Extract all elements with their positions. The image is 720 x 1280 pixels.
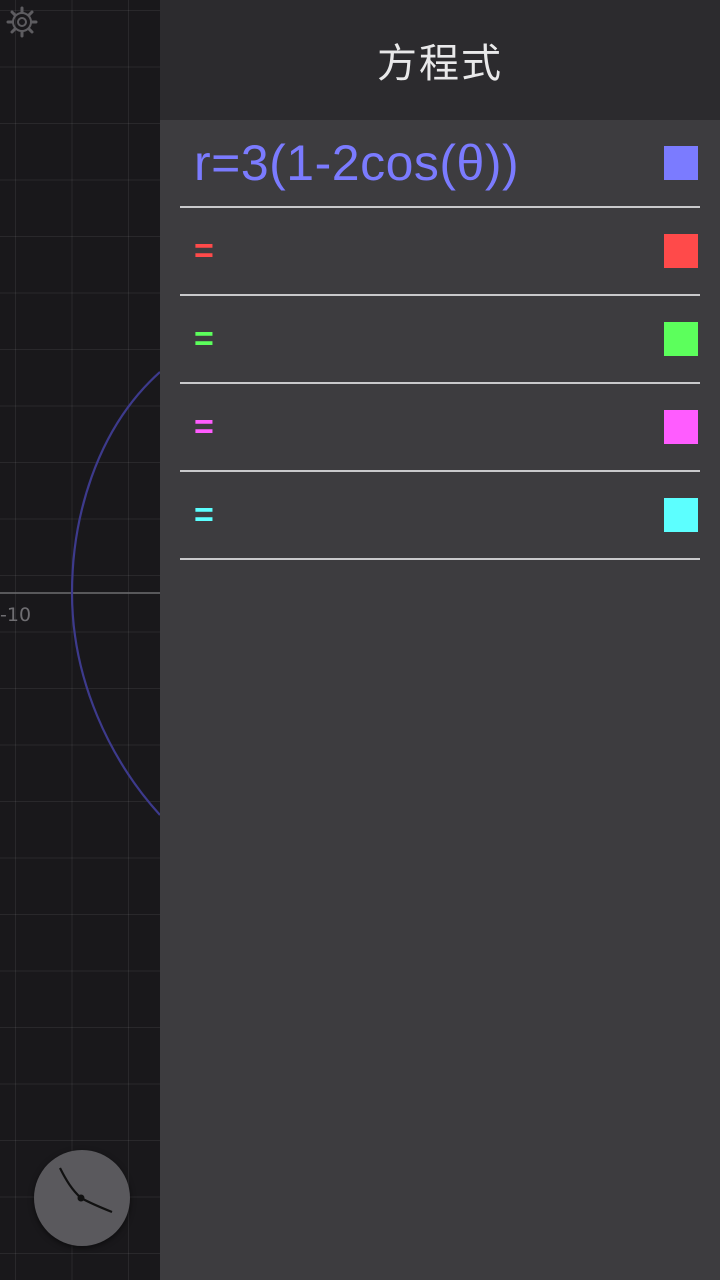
equation-drawer: 方程式 r=3(1-2cos(θ)) = = = = bbox=[160, 0, 720, 1280]
equation-row-3[interactable]: = bbox=[180, 296, 700, 384]
color-swatch-5[interactable] bbox=[664, 498, 698, 532]
x-axis-label: -10 bbox=[0, 604, 32, 626]
graph-plot bbox=[0, 371, 160, 816]
clock-icon bbox=[59, 1167, 113, 1214]
drawer-title: 方程式 bbox=[377, 41, 503, 87]
equation-input-5[interactable]: = bbox=[180, 496, 664, 535]
equation-row-5[interactable]: = bbox=[180, 472, 700, 560]
color-swatch-3[interactable] bbox=[664, 322, 698, 356]
equation-row-2[interactable]: = bbox=[180, 208, 700, 296]
color-swatch-1[interactable] bbox=[664, 146, 698, 180]
equation-input-3[interactable]: = bbox=[180, 320, 664, 359]
equation-input-1[interactable]: r=3(1-2cos(θ)) bbox=[180, 134, 664, 192]
equation-input-2[interactable]: = bbox=[180, 232, 664, 271]
gear-icon[interactable] bbox=[6, 6, 38, 38]
equation-list: r=3(1-2cos(θ)) = = = = bbox=[160, 120, 720, 560]
color-swatch-4[interactable] bbox=[664, 410, 698, 444]
app-root: -10 方程式 r=3(1-2cos(θ)) = = = = bbox=[0, 0, 720, 1280]
equation-row-1[interactable]: r=3(1-2cos(θ)) bbox=[180, 120, 700, 208]
graph-canvas[interactable]: -10 bbox=[0, 0, 160, 1280]
equation-row-4[interactable]: = bbox=[180, 384, 700, 472]
clock-button[interactable] bbox=[34, 1150, 130, 1246]
color-swatch-2[interactable] bbox=[664, 234, 698, 268]
equation-input-4[interactable]: = bbox=[180, 408, 664, 447]
drawer-header: 方程式 bbox=[160, 0, 720, 120]
